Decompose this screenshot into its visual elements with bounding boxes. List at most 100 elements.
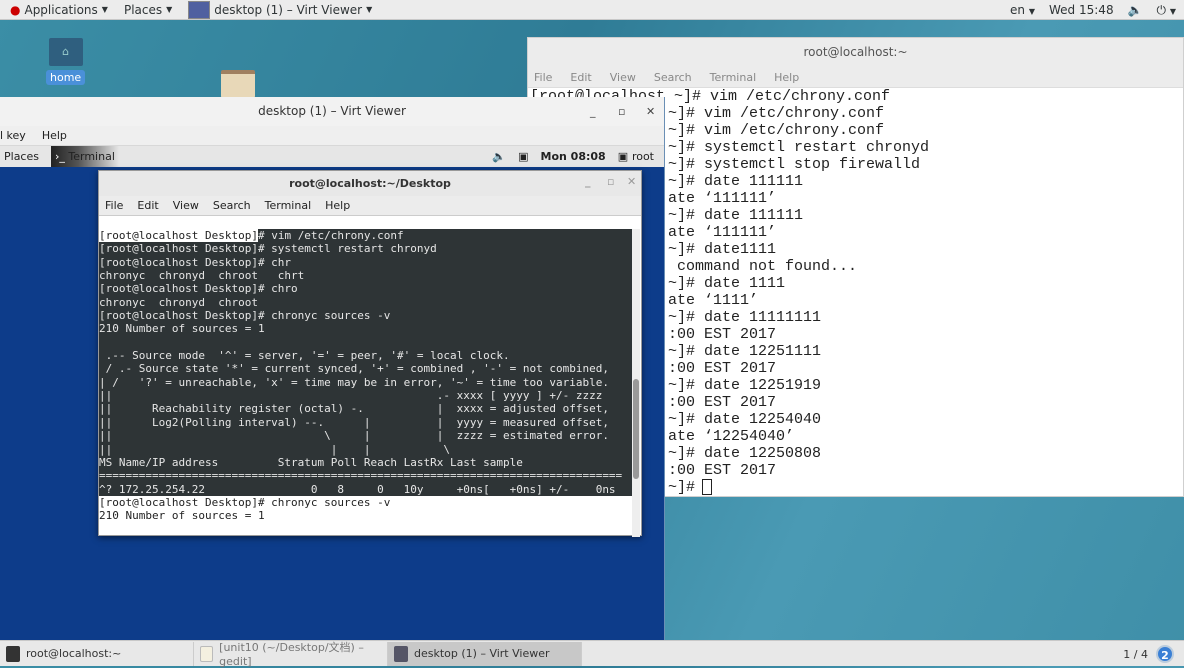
menu-item-file[interactable]: File: [105, 199, 123, 212]
minimize-button[interactable]: _: [585, 175, 591, 189]
menu-item-file[interactable]: File: [534, 71, 552, 84]
menu-bar: File Edit View Search Terminal Help: [528, 68, 1183, 88]
menu-item-help[interactable]: Help: [774, 71, 799, 84]
guest-top-bar: Places ›_ Terminal 🔈 ▣ Mon 08:08 ▣ root: [0, 146, 664, 167]
terminal-line-text: MS Name/IP address Stratum Poll Reach La…: [99, 455, 523, 469]
desktop-icon-home[interactable]: ⌂ home: [46, 38, 86, 85]
menu-item-view[interactable]: View: [173, 199, 199, 212]
terminal-line-text: :00 EST 2017: [668, 360, 777, 377]
terminal-line: [root@localhost Desktop]# chronyc source…: [99, 309, 633, 323]
close-button[interactable]: ✕: [646, 97, 655, 126]
close-button[interactable]: ✕: [627, 175, 636, 189]
cursor: [702, 479, 712, 495]
terminal-line-text: ~]# systemctl restart chronyd: [668, 139, 930, 156]
terminal-line-text: | / '?' = unreachable, 'x' = time may be…: [99, 375, 609, 389]
maximize-button[interactable]: ▫: [618, 97, 625, 126]
menu-item-l-key[interactable]: l key: [0, 129, 26, 142]
top-bar: ● Applications ▼ Places ▼ desktop (1) – Vir…: [0, 0, 1184, 20]
scrollbar[interactable]: [632, 229, 640, 537]
terminal-line: .-- Source mode '^' = server, '=' = peer…: [99, 349, 633, 363]
menu-item-view[interactable]: View: [610, 71, 636, 84]
power-icon[interactable]: ⏻ ▼: [1157, 3, 1176, 18]
terminal-line-text: ate ‘111111’: [668, 190, 777, 207]
terminal-line-text: [root@localhost Desktop]# systemctl rest…: [99, 242, 437, 256]
terminal-line-text: :00 EST 2017: [668, 462, 777, 479]
terminal-line-text: [root@localhost Desktop]# chronyc source…: [99, 495, 391, 509]
chevron-down-icon: ▼: [101, 5, 108, 14]
terminal-line-text: [root@localhost Desktop]# chr: [99, 255, 292, 269]
terminal-line-text: ate ‘1111’: [668, 292, 759, 309]
terminal-line-text: ~]# vim /etc/chrony.conf: [668, 105, 885, 122]
applications-menu[interactable]: ● Applications ▼: [10, 3, 108, 17]
terminal-line: 210 Number of sources = 1: [99, 509, 633, 522]
workspace-indicator[interactable]: 1 / 4: [1123, 648, 1148, 661]
menu-item-terminal[interactable]: Terminal: [265, 199, 312, 212]
notification-badge[interactable]: 2: [1156, 645, 1174, 663]
terminal-line: ========================================…: [99, 469, 633, 483]
terminal-line: | / '?' = unreachable, 'x' = time may be…: [99, 375, 633, 390]
terminal-line: || Log2(Polling interval) --. | | yyyy =…: [99, 415, 633, 430]
terminal-line-text: ~]#: [668, 479, 705, 496]
menu-item-help[interactable]: Help: [42, 129, 67, 142]
guest-terminal-task[interactable]: ›_ Terminal: [50, 146, 119, 167]
maximize-button[interactable]: ▫: [607, 175, 614, 189]
terminal-line: [99, 335, 633, 350]
task-virt-viewer[interactable]: desktop (1) – Virt Viewer: [388, 641, 582, 666]
menu-item-terminal[interactable]: Terminal: [710, 71, 757, 84]
terminal-line-text: || Reachability register (octal) -. | xx…: [99, 402, 609, 416]
terminal-line: [root@localhost Desktop]# chr: [99, 255, 633, 270]
window-title: root@localhost:~: [528, 38, 1183, 68]
scrollbar-thumb[interactable]: [633, 379, 639, 479]
terminal-line-text: ~]# date 11111111: [668, 309, 822, 326]
terminal-line-text: command not found...: [668, 258, 858, 275]
menu-item-help[interactable]: Help: [325, 199, 350, 212]
terminal-line: || | | \: [99, 442, 633, 456]
terminal-line-text: ~]# date 12254040: [668, 411, 822, 428]
volume-icon[interactable]: 🔈: [492, 150, 506, 163]
monitor-icon: [394, 645, 408, 662]
terminal-line-text: [root@localhost Desktop]# chro: [99, 282, 298, 296]
terminal-line-text: ========================================…: [99, 469, 623, 483]
window-menu[interactable]: desktop (1) – Virt Viewer ▼: [188, 0, 372, 19]
terminal-line-text: :00 EST 2017: [668, 326, 777, 343]
guest-places-menu[interactable]: Places: [4, 150, 39, 163]
terminal-line: [root@localhost Desktop]# systemctl rest…: [99, 242, 633, 256]
terminal-line-text: ^? 172.25.254.22 0 8 0 10y +0ns[ +0ns] +…: [99, 482, 616, 496]
terminal-line: || \ | | zzzz = estimated error.: [99, 429, 633, 443]
terminal-line-text: ~]# vim /etc/chrony.conf: [668, 122, 885, 139]
guest-user-menu[interactable]: ▣ root: [618, 150, 654, 163]
places-menu[interactable]: Places ▼: [124, 3, 172, 17]
home-folder-icon: ⌂: [48, 38, 83, 66]
terminal-line-text: 210 Number of sources = 1: [99, 509, 265, 523]
window-title: root@localhost:~/Desktop _ ▫ ✕: [99, 171, 641, 196]
terminal-line-text: .-- Source mode '^' = server, '=' = peer…: [99, 349, 510, 363]
task-terminal[interactable]: root@localhost:~: [0, 641, 194, 666]
volume-icon[interactable]: 🔈: [1128, 3, 1143, 17]
terminal-line: [root@localhost Desktop]# vim /etc/chron…: [99, 229, 633, 243]
network-icon[interactable]: ▣: [518, 150, 528, 163]
minimize-button[interactable]: _: [590, 97, 596, 126]
chevron-down-icon: ▼: [166, 5, 173, 14]
terminal-line-text: [root@localhost Desktop]# chronyc source…: [99, 309, 391, 323]
desktop-icon-folder[interactable]: [221, 70, 255, 98]
menu-item-edit[interactable]: Edit: [137, 199, 158, 212]
terminal-line-text: ~]# date 12251111: [668, 343, 822, 360]
terminal-line-text: 210 Number of sources = 1: [99, 322, 265, 336]
menu-item-search[interactable]: Search: [213, 199, 251, 212]
menu-item-edit[interactable]: Edit: [570, 71, 591, 84]
task-gedit[interactable]: [unit10 (~/Desktop/文档) – gedit]: [194, 641, 388, 668]
terminal-line: [root@localhost Desktop]# chro: [99, 282, 633, 296]
guest-clock[interactable]: Mon 08:08: [541, 150, 606, 163]
terminal-line-text: ~]# date 12250808: [668, 445, 822, 462]
terminal-line: chronyc chronyd chroot: [99, 295, 633, 310]
terminal-prompt: [root@localhost Desktop]: [99, 229, 258, 242]
terminal-line: [root@localhost Desktop]# chronyc source…: [99, 496, 633, 509]
menu-item-search[interactable]: Search: [654, 71, 692, 84]
clock[interactable]: Wed 15:48: [1049, 3, 1114, 17]
terminal-line-text: ~]# date 111111: [668, 173, 804, 190]
terminal-line-text: :00 EST 2017: [668, 394, 777, 411]
language-selector[interactable]: en ▼: [1010, 3, 1035, 17]
text-editor-icon: [200, 645, 214, 662]
terminal-output[interactable]: [root@localhost Desktop]# vim /etc/chron…: [99, 229, 633, 523]
terminal-line-text: || \ | | zzzz = estimated error.: [99, 429, 609, 443]
